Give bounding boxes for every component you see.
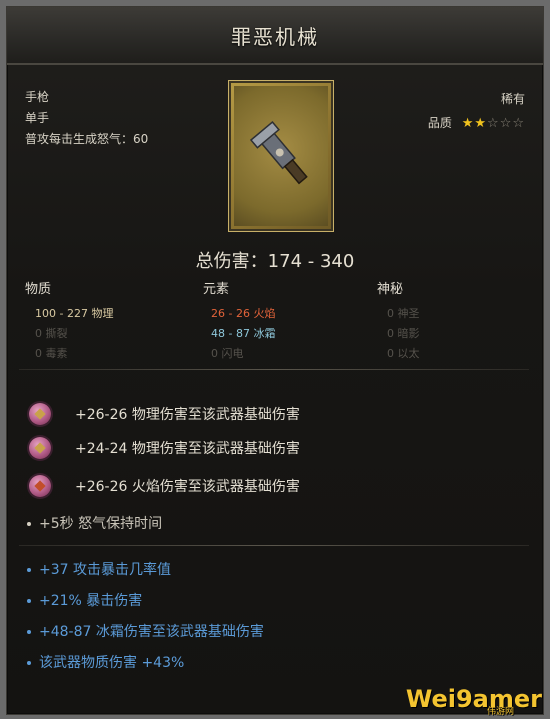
item-rarity-info: 稀有 品质 ★★☆☆☆ — [428, 87, 525, 136]
star-empty-icon: ☆ — [512, 116, 525, 131]
pistol-icon — [249, 120, 308, 185]
magic-affix-text: +48-87 冰霜伤害至该武器基础伤害 — [39, 624, 264, 640]
magic-affix-text: +21% 暴击伤害 — [39, 593, 143, 609]
item-type: 手枪 — [25, 90, 50, 104]
socket-affix-text: +26-26 物理伤害至该武器基础伤害 — [75, 407, 300, 423]
magic-affix: 该武器物质伤害 +43% — [27, 652, 184, 672]
socket-affix-text: +24-24 物理伤害至该武器基础伤害 — [75, 441, 300, 457]
header-physical: 物质 — [25, 282, 52, 297]
title-bar: 罪恶机械 — [7, 7, 543, 65]
quality-stars: ★★☆☆☆ — [462, 112, 525, 136]
damage-shadow: 0 暗影 — [387, 327, 420, 340]
damage-lightning: 0 闪电 — [211, 347, 244, 360]
total-damage: 总伤害：174 - 340 — [195, 251, 355, 272]
item-basic-info: 手枪 单手 普攻每击生成怒气：60 — [25, 87, 148, 150]
header-arcane: 神秘 — [377, 282, 404, 297]
socket-affix-text: +26-26 火焰伤害至该武器基础伤害 — [75, 479, 300, 495]
divider — [19, 545, 529, 546]
quality-label: 品质 — [427, 116, 452, 130]
watermark-brand: Wei9amer — [405, 685, 542, 713]
item-portrait[interactable] — [229, 81, 333, 231]
white-affix-text: +5秒 怒气保持时间 — [39, 516, 163, 532]
item-quality: 品质 ★★☆☆☆ — [428, 111, 525, 136]
item-name: 罪恶机械 — [231, 25, 319, 49]
bullet-icon — [27, 568, 31, 572]
damage-fire: 26 - 26 火焰 — [211, 307, 276, 320]
magic-affix-text: 该武器物质伤害 +43% — [39, 655, 185, 671]
bullet-icon — [27, 630, 31, 634]
item-tooltip: 罪恶机械 手枪 单手 普攻每击生成怒气：60 稀有 品质 ★★☆☆☆ 总伤害：1… — [6, 6, 544, 715]
damage-physical: 100 - 227 物理 — [35, 307, 114, 320]
white-affix: +5秒 怒气保持时间 — [27, 513, 162, 533]
item-rarity: 稀有 — [500, 92, 525, 106]
star-icon: ★ — [461, 116, 475, 131]
magic-affix: +37 攻击暴击几率值 — [27, 559, 171, 579]
magic-affix: +48-87 冰霜伤害至该武器基础伤害 — [27, 621, 264, 641]
item-rage-on-hit: 普攻每击生成怒气：60 — [25, 132, 149, 146]
item-hand: 单手 — [25, 111, 50, 125]
damage-frost: 48 - 87 冰霜 — [211, 327, 276, 340]
magic-affix-text: +37 攻击暴击几率值 — [39, 562, 171, 578]
star-icon: ★ — [474, 116, 488, 131]
gem-icon — [29, 437, 51, 459]
damage-bleed: 0 撕裂 — [35, 327, 68, 340]
bullet-icon — [27, 661, 31, 665]
bullet-icon — [27, 522, 31, 526]
magic-affix: +21% 暴击伤害 — [27, 590, 142, 610]
star-empty-icon: ☆ — [499, 116, 513, 131]
gem-icon — [29, 403, 51, 425]
damage-ether: 0 以太 — [387, 347, 420, 360]
damage-holy: 0 神圣 — [387, 307, 420, 320]
star-empty-icon: ☆ — [487, 116, 500, 131]
damage-poison: 0 毒素 — [35, 347, 68, 360]
watermark-sub: 伟游网 — [486, 707, 514, 717]
header-elemental: 元素 — [203, 282, 230, 297]
fire-gem-icon — [29, 475, 51, 497]
bullet-icon — [27, 599, 31, 603]
divider — [19, 369, 529, 370]
watermark-logo: Wei9amer 伟游网 — [405, 685, 542, 717]
